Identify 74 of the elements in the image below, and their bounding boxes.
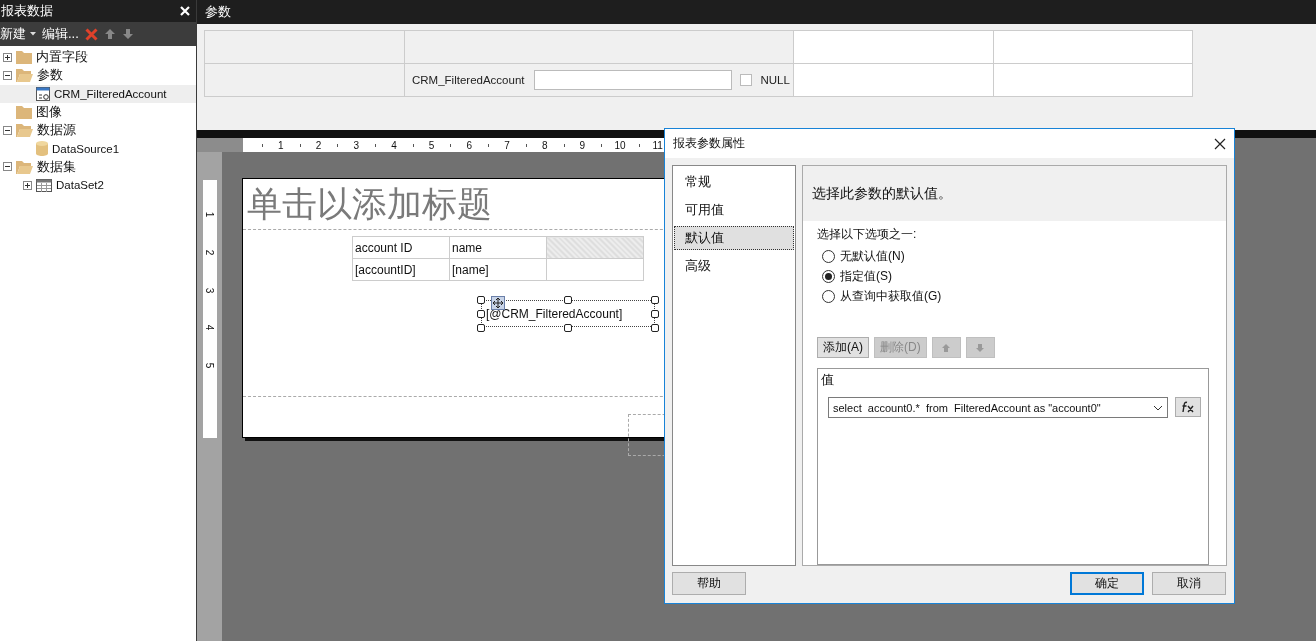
arrow-up-icon <box>941 342 952 353</box>
collapse-icon[interactable] <box>3 125 12 135</box>
expression-button[interactable] <box>1175 397 1201 417</box>
panel-title: 报表数据 <box>1 2 53 20</box>
folder-icon <box>16 105 32 120</box>
open-folder-icon <box>16 68 33 83</box>
expand-icon[interactable] <box>3 52 12 62</box>
parameter-input[interactable] <box>534 70 733 90</box>
tree-item-label[interactable]: 参数 <box>37 66 63 85</box>
null-label: NULL <box>760 74 790 86</box>
resize-handle[interactable] <box>564 324 572 332</box>
tree-item-label[interactable]: CRM_FilteredAccount <box>54 87 167 100</box>
tree-item-label[interactable]: DataSource1 <box>52 142 120 155</box>
expand-icon[interactable] <box>23 180 32 190</box>
add-button[interactable]: 添加(A) <box>817 337 869 358</box>
table-icon <box>36 178 52 192</box>
resize-handle[interactable] <box>564 296 572 304</box>
page-list-item[interactable]: 可用值 <box>674 198 794 222</box>
radio-button[interactable] <box>822 269 835 283</box>
pane-title: 参数 <box>205 3 231 21</box>
parameter-label: CRM_FilteredAccount <box>412 74 525 86</box>
radio-label[interactable]: 指定值(S) <box>840 267 892 285</box>
edit-button[interactable]: 编辑... <box>42 25 79 43</box>
null-checkbox[interactable] <box>740 74 753 86</box>
selected-tree-row[interactable]: CRM_FilteredAccount <box>0 84 196 103</box>
radio-button[interactable] <box>822 289 835 303</box>
table-cell[interactable] <box>546 258 644 281</box>
page-list-item[interactable]: 默认值 <box>674 226 794 250</box>
radio-label[interactable]: 无默认值(N) <box>840 247 905 265</box>
arrow-up-icon[interactable] <box>103 28 116 40</box>
page-list-item[interactable]: 常规 <box>674 170 794 194</box>
delete-icon[interactable] <box>84 27 98 41</box>
tree-item-label[interactable]: 数据源 <box>37 121 76 140</box>
panel-heading: 选择此参数的默认值。 <box>803 166 1226 221</box>
tree-item-label[interactable]: 图像 <box>36 103 62 122</box>
tree-item-label[interactable]: 内置字段 <box>36 48 88 67</box>
collapse-icon[interactable] <box>3 70 12 80</box>
chevron-down-icon <box>1153 404 1163 411</box>
ruler-number: 3 <box>204 287 216 293</box>
table-cell[interactable]: [name] <box>449 258 547 281</box>
table-header-cell[interactable] <box>546 236 644 259</box>
table-header-cell[interactable]: name <box>449 236 547 259</box>
dialog-button[interactable]: 确定 <box>1070 572 1144 595</box>
ruler-number: 2 <box>204 249 216 256</box>
table-cell[interactable]: [accountID] <box>352 258 450 281</box>
function-icon <box>1181 401 1195 413</box>
arrow-down-icon <box>975 342 986 353</box>
collapse-icon[interactable] <box>3 162 12 172</box>
value-combobox[interactable]: select account0.* from FilteredAccount as "account0" <box>828 397 1168 418</box>
title-placeholder[interactable]: 单击以添加标题 <box>247 181 492 228</box>
folder-icon <box>16 50 32 65</box>
move-icon[interactable] <box>491 296 505 310</box>
column-header: 值 <box>821 372 835 389</box>
prompt-label: 选择以下选项之一: <box>817 226 918 243</box>
tree-item-label[interactable]: DataSet2 <box>56 179 104 192</box>
dialog-button[interactable]: 帮助 <box>672 572 746 595</box>
page-list-item[interactable]: 高级 <box>674 254 794 278</box>
close-icon[interactable] <box>1214 137 1226 150</box>
ruler-number: 4 <box>204 325 216 331</box>
table-header-cell[interactable]: account ID <box>352 236 450 259</box>
open-folder-icon <box>16 159 33 174</box>
dialog-button[interactable]: 取消 <box>1152 572 1226 595</box>
database-icon <box>36 141 48 157</box>
ruler-number: 1 <box>204 212 216 218</box>
arrow-down-icon[interactable] <box>121 28 134 40</box>
ruler-corner <box>197 138 243 152</box>
tree-item-label[interactable]: 数据集 <box>37 157 76 176</box>
open-folder-icon <box>16 123 33 138</box>
parameter-icon <box>36 86 50 101</box>
radio-button[interactable] <box>822 249 835 263</box>
caret-icon <box>30 32 36 36</box>
radio-label[interactable]: 从查询中获取值(G) <box>840 287 942 305</box>
ruler-number: 5 <box>204 362 216 369</box>
new-menu[interactable]: 新建 <box>0 25 36 43</box>
